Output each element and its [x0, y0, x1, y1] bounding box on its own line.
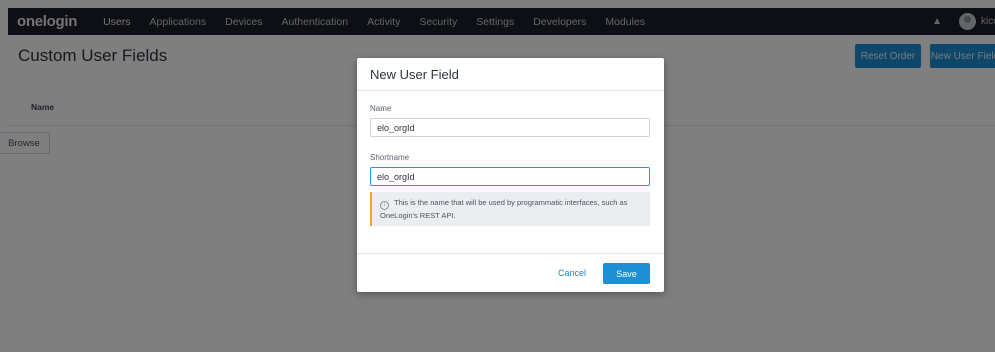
info-icon: i: [380, 201, 389, 210]
hint-text-line2: OneLogin's REST API.: [380, 211, 456, 220]
name-label: Name: [370, 104, 392, 113]
shortname-input[interactable]: [370, 167, 650, 186]
new-user-field-dialog: New User Field Name Shortname i This is t…: [357, 58, 664, 292]
shortname-hint: i This is the name that will be used by p…: [370, 192, 650, 226]
name-input[interactable]: [370, 118, 650, 137]
save-button[interactable]: Save: [603, 263, 650, 284]
dialog-title: New User Field: [370, 67, 459, 82]
dialog-header: New User Field: [357, 58, 664, 91]
shortname-label: Shortname: [370, 153, 410, 162]
dialog-footer: Cancel Save: [357, 253, 664, 293]
hint-text-line1: This is the name that will be used by pr…: [394, 198, 628, 207]
cancel-button[interactable]: Cancel: [558, 268, 586, 278]
